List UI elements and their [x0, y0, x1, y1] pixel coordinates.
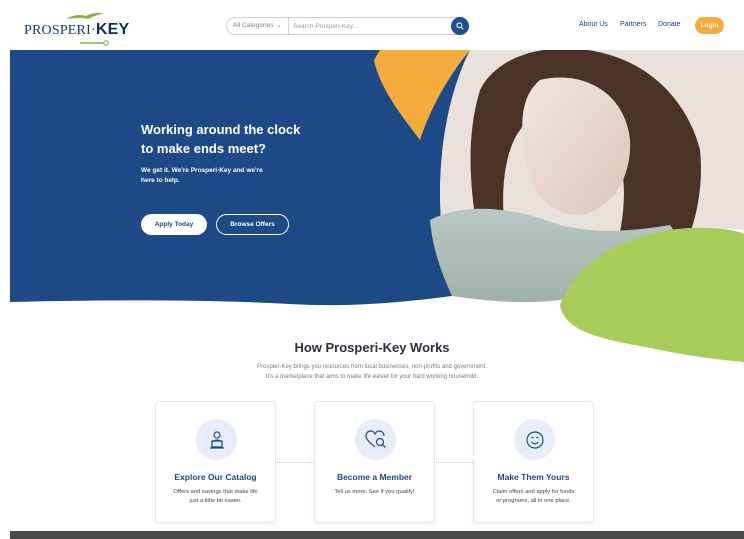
- card-text: Offers and savings that make life just a…: [164, 488, 267, 506]
- login-button[interactable]: Login: [695, 17, 724, 34]
- card-text: Tell us more. See if you qualify!: [323, 488, 426, 497]
- smiley-icon: [525, 430, 544, 449]
- card-text-line2: just a little bit easier.: [189, 498, 242, 504]
- card-text-line1: Tell us more. See if you qualify!: [334, 489, 415, 495]
- apply-today-button[interactable]: Apply Today: [141, 214, 207, 235]
- card-text: Claim offers and apply for funds or prog…: [482, 488, 585, 506]
- card-become-member[interactable]: Become a Member Tell us more. See if you…: [314, 401, 435, 523]
- nav-partners-link[interactable]: Partners: [620, 21, 646, 28]
- how-desc-line2: It's a marketplace that aims to make lif…: [265, 374, 479, 380]
- card-explore-catalog[interactable]: Explore Our Catalog Offers and savings t…: [155, 401, 276, 523]
- card-text-line1: Claim offers and apply for funds: [492, 489, 575, 495]
- search-bar: All Categories ⌄: [226, 17, 469, 35]
- how-it-works-title: How Prosperi-Key Works: [294, 340, 450, 355]
- hero-subtitle-line1: We get it. We're Prosperi-Key and we're: [141, 167, 263, 174]
- card-make-them-yours[interactable]: Make Them Yours Claim offers and apply f…: [473, 401, 594, 523]
- key-underline-icon: [80, 40, 109, 46]
- search-icon: [456, 22, 464, 30]
- chevron-down-icon: ⌄: [276, 23, 282, 29]
- category-select[interactable]: All Categories ⌄: [227, 18, 289, 34]
- logo-text-key: KEY: [95, 21, 130, 38]
- category-select-label: All Categories: [233, 22, 274, 29]
- hero-subtitle: We get it. We're Prosperi-Key and we're …: [141, 166, 286, 186]
- hero-section: Working around the clock to make ends me…: [0, 50, 744, 370]
- logo-text-main: PROSPERI: [24, 23, 91, 38]
- connector-dots: [436, 462, 473, 463]
- card-text-line2: or programs, all in one place.: [496, 498, 571, 504]
- nav-about-link[interactable]: About Us: [579, 21, 608, 28]
- how-desc-line1: Prosperi-Key brings you resources from l…: [257, 364, 487, 370]
- hero-title: Working around the clock to make ends me…: [141, 120, 331, 158]
- card-title: Become a Member: [336, 472, 413, 482]
- search-input[interactable]: [293, 19, 443, 33]
- nav-donate-link[interactable]: Donate: [658, 21, 681, 28]
- card-title: Make Them Yours: [497, 472, 570, 482]
- person-laptop-icon: [209, 430, 224, 449]
- heart-search-icon: [364, 429, 386, 448]
- site-header: PROSPERI·KEY All Categories⌄ About Us Pa…: [0, 0, 744, 52]
- connector-dots: [277, 462, 314, 463]
- hero-subtitle-line2: here to help.: [141, 177, 180, 184]
- card-text-line1: Offers and savings that make life: [173, 489, 258, 495]
- how-it-works-description: Prosperi-Key brings you resources from l…: [0, 362, 744, 382]
- search-button[interactable]: [451, 17, 469, 35]
- footer-bar: [10, 531, 744, 539]
- hero-background: [10, 50, 744, 362]
- hero-title-line1: Working around the clock: [141, 122, 301, 137]
- card-title: Explore Our Catalog: [174, 472, 257, 482]
- site-logo[interactable]: PROSPERI·KEY: [24, 11, 129, 46]
- hero-title-line2: to make ends meet?: [141, 141, 266, 156]
- browse-offers-button[interactable]: Browse Offers: [216, 214, 289, 235]
